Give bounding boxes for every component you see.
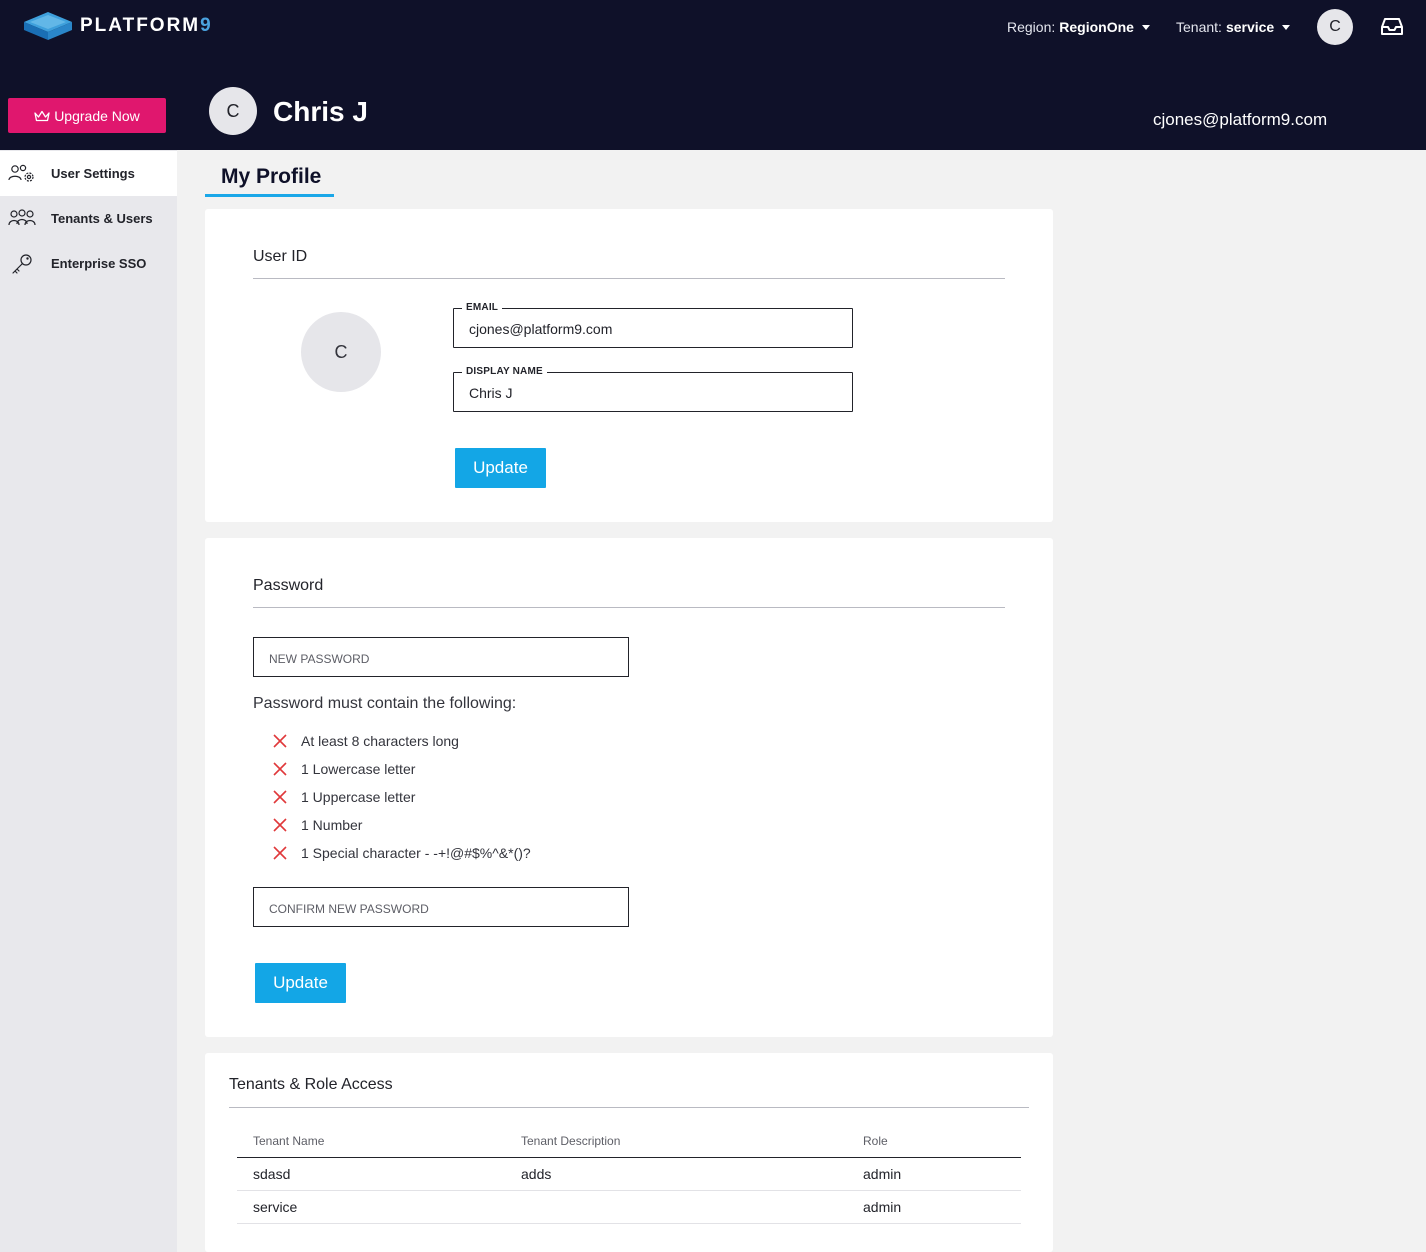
tab-my-profile[interactable]: My Profile	[205, 163, 334, 197]
tenant-value: service	[1225, 19, 1275, 35]
inbox-icon[interactable]	[1381, 18, 1403, 36]
column-header-tenant-description[interactable]: Tenant Description	[505, 1133, 847, 1158]
caret-down-icon	[1282, 24, 1291, 30]
password-card: Password NEW PASSWORD Password must cont…	[205, 538, 1053, 1037]
region-selector[interactable]: Region: RegionOne	[1007, 19, 1150, 35]
top-bar: PLATFORM9 Region: RegionOne Tenant: serv…	[0, 0, 1426, 150]
people-group-icon	[8, 208, 36, 230]
password-requirement: 1 Number	[273, 817, 362, 833]
key-icon	[8, 253, 36, 275]
sidebar: User Settings Tenants & Users Enterprise…	[0, 150, 177, 1252]
password-title: Password	[253, 577, 324, 594]
sidebar-item-enterprise-sso[interactable]: Enterprise SSO	[0, 241, 177, 286]
new-password-input[interactable]: NEW PASSWORD	[253, 637, 629, 677]
password-requirement: At least 8 characters long	[273, 733, 459, 749]
new-password-placeholder: NEW PASSWORD	[269, 652, 370, 666]
sidebar-item-user-settings[interactable]: User Settings	[0, 151, 177, 196]
user-id-card: User ID C EMAIL cjones@platform9.com DIS…	[205, 209, 1053, 522]
upgrade-now-button[interactable]: Upgrade Now	[8, 98, 166, 133]
profile-name: Chris J	[273, 96, 368, 127]
tenants-role-access-title: Tenants & Role Access	[229, 1076, 393, 1093]
password-requirement-text: 1 Uppercase letter	[301, 789, 416, 805]
display-name-field[interactable]: DISPLAY NAME Chris J	[453, 366, 853, 412]
role-cell: admin	[847, 1190, 1021, 1224]
sidebar-item-label: Tenants & Users	[51, 211, 153, 226]
user-menu-avatar[interactable]: C	[1317, 9, 1353, 45]
close-x-icon	[273, 762, 287, 776]
table-row[interactable]: service admin	[237, 1190, 1021, 1224]
sidebar-item-label: Enterprise SSO	[51, 256, 147, 271]
profile-avatar: C	[209, 87, 257, 135]
sidebar-item-tenants-users[interactable]: Tenants & Users	[0, 196, 177, 241]
region-value: RegionOne	[1059, 19, 1134, 35]
brand-name: PLATFORM9	[80, 15, 213, 36]
region-label: Region:	[1007, 19, 1056, 35]
table-row[interactable]: sdasd adds admin	[237, 1157, 1021, 1191]
table-header-row: Tenant Name Tenant Description Role	[237, 1133, 1021, 1158]
column-header-role[interactable]: Role	[847, 1133, 1021, 1158]
user-id-title: User ID	[253, 248, 308, 265]
users-gear-icon	[8, 163, 36, 185]
password-requirement: 1 Uppercase letter	[273, 789, 415, 805]
tenants-role-access-card: Tenants & Role Access Tenant Name Tenant…	[205, 1053, 1053, 1252]
password-requirement: 1 Special character - -+!@#$%^&*()?	[273, 845, 531, 861]
tenant-label: Tenant:	[1176, 19, 1222, 35]
divider	[253, 607, 1005, 608]
platform9-logo-icon	[24, 12, 72, 40]
upgrade-label: Upgrade Now	[54, 107, 140, 124]
close-x-icon	[273, 846, 287, 860]
tenant-description-cell: adds	[505, 1157, 847, 1191]
profile-email: cjones@platform9.com	[1153, 110, 1328, 129]
tenant-name-cell: sdasd	[237, 1157, 505, 1191]
password-requirements-heading: Password must contain the following:	[253, 695, 517, 712]
sidebar-item-label: User Settings	[51, 166, 135, 181]
close-x-icon	[273, 818, 287, 832]
tenant-selector[interactable]: Tenant: service	[1176, 19, 1291, 35]
update-profile-button[interactable]: Update	[455, 448, 546, 488]
confirm-password-input[interactable]: CONFIRM NEW PASSWORD	[253, 887, 629, 927]
close-x-icon	[273, 790, 287, 804]
role-cell: admin	[847, 1157, 1021, 1191]
crown-icon	[34, 110, 50, 121]
tenant-name-cell: service	[237, 1190, 505, 1224]
tenant-description-cell	[505, 1190, 847, 1224]
email-field-label: EMAIL	[462, 302, 503, 313]
password-requirement: 1 Lowercase letter	[273, 761, 415, 777]
password-requirement-text: 1 Number	[301, 817, 363, 833]
password-requirement-text: At least 8 characters long	[301, 733, 459, 749]
column-header-tenant-name[interactable]: Tenant Name	[237, 1133, 505, 1158]
close-x-icon	[273, 734, 287, 748]
display-name-field-label: DISPLAY NAME	[462, 366, 547, 377]
update-password-button[interactable]: Update	[255, 963, 346, 1003]
divider	[229, 1107, 1029, 1108]
caret-down-icon	[1141, 24, 1150, 30]
display-name-field-value: Chris J	[469, 385, 513, 401]
email-field-value: cjones@platform9.com	[469, 321, 613, 337]
user-avatar[interactable]: C	[301, 312, 381, 392]
platform9-logo[interactable]: PLATFORM9	[22, 10, 213, 42]
password-requirement-text: 1 Special character - -+!@#$%^&*()?	[301, 845, 531, 861]
confirm-password-placeholder: CONFIRM NEW PASSWORD	[269, 902, 429, 916]
tenants-table: Tenant Name Tenant Description Role sdas…	[237, 1133, 1021, 1224]
email-field[interactable]: EMAIL cjones@platform9.com	[453, 302, 853, 348]
password-requirement-text: 1 Lowercase letter	[301, 761, 416, 777]
divider	[253, 278, 1005, 279]
